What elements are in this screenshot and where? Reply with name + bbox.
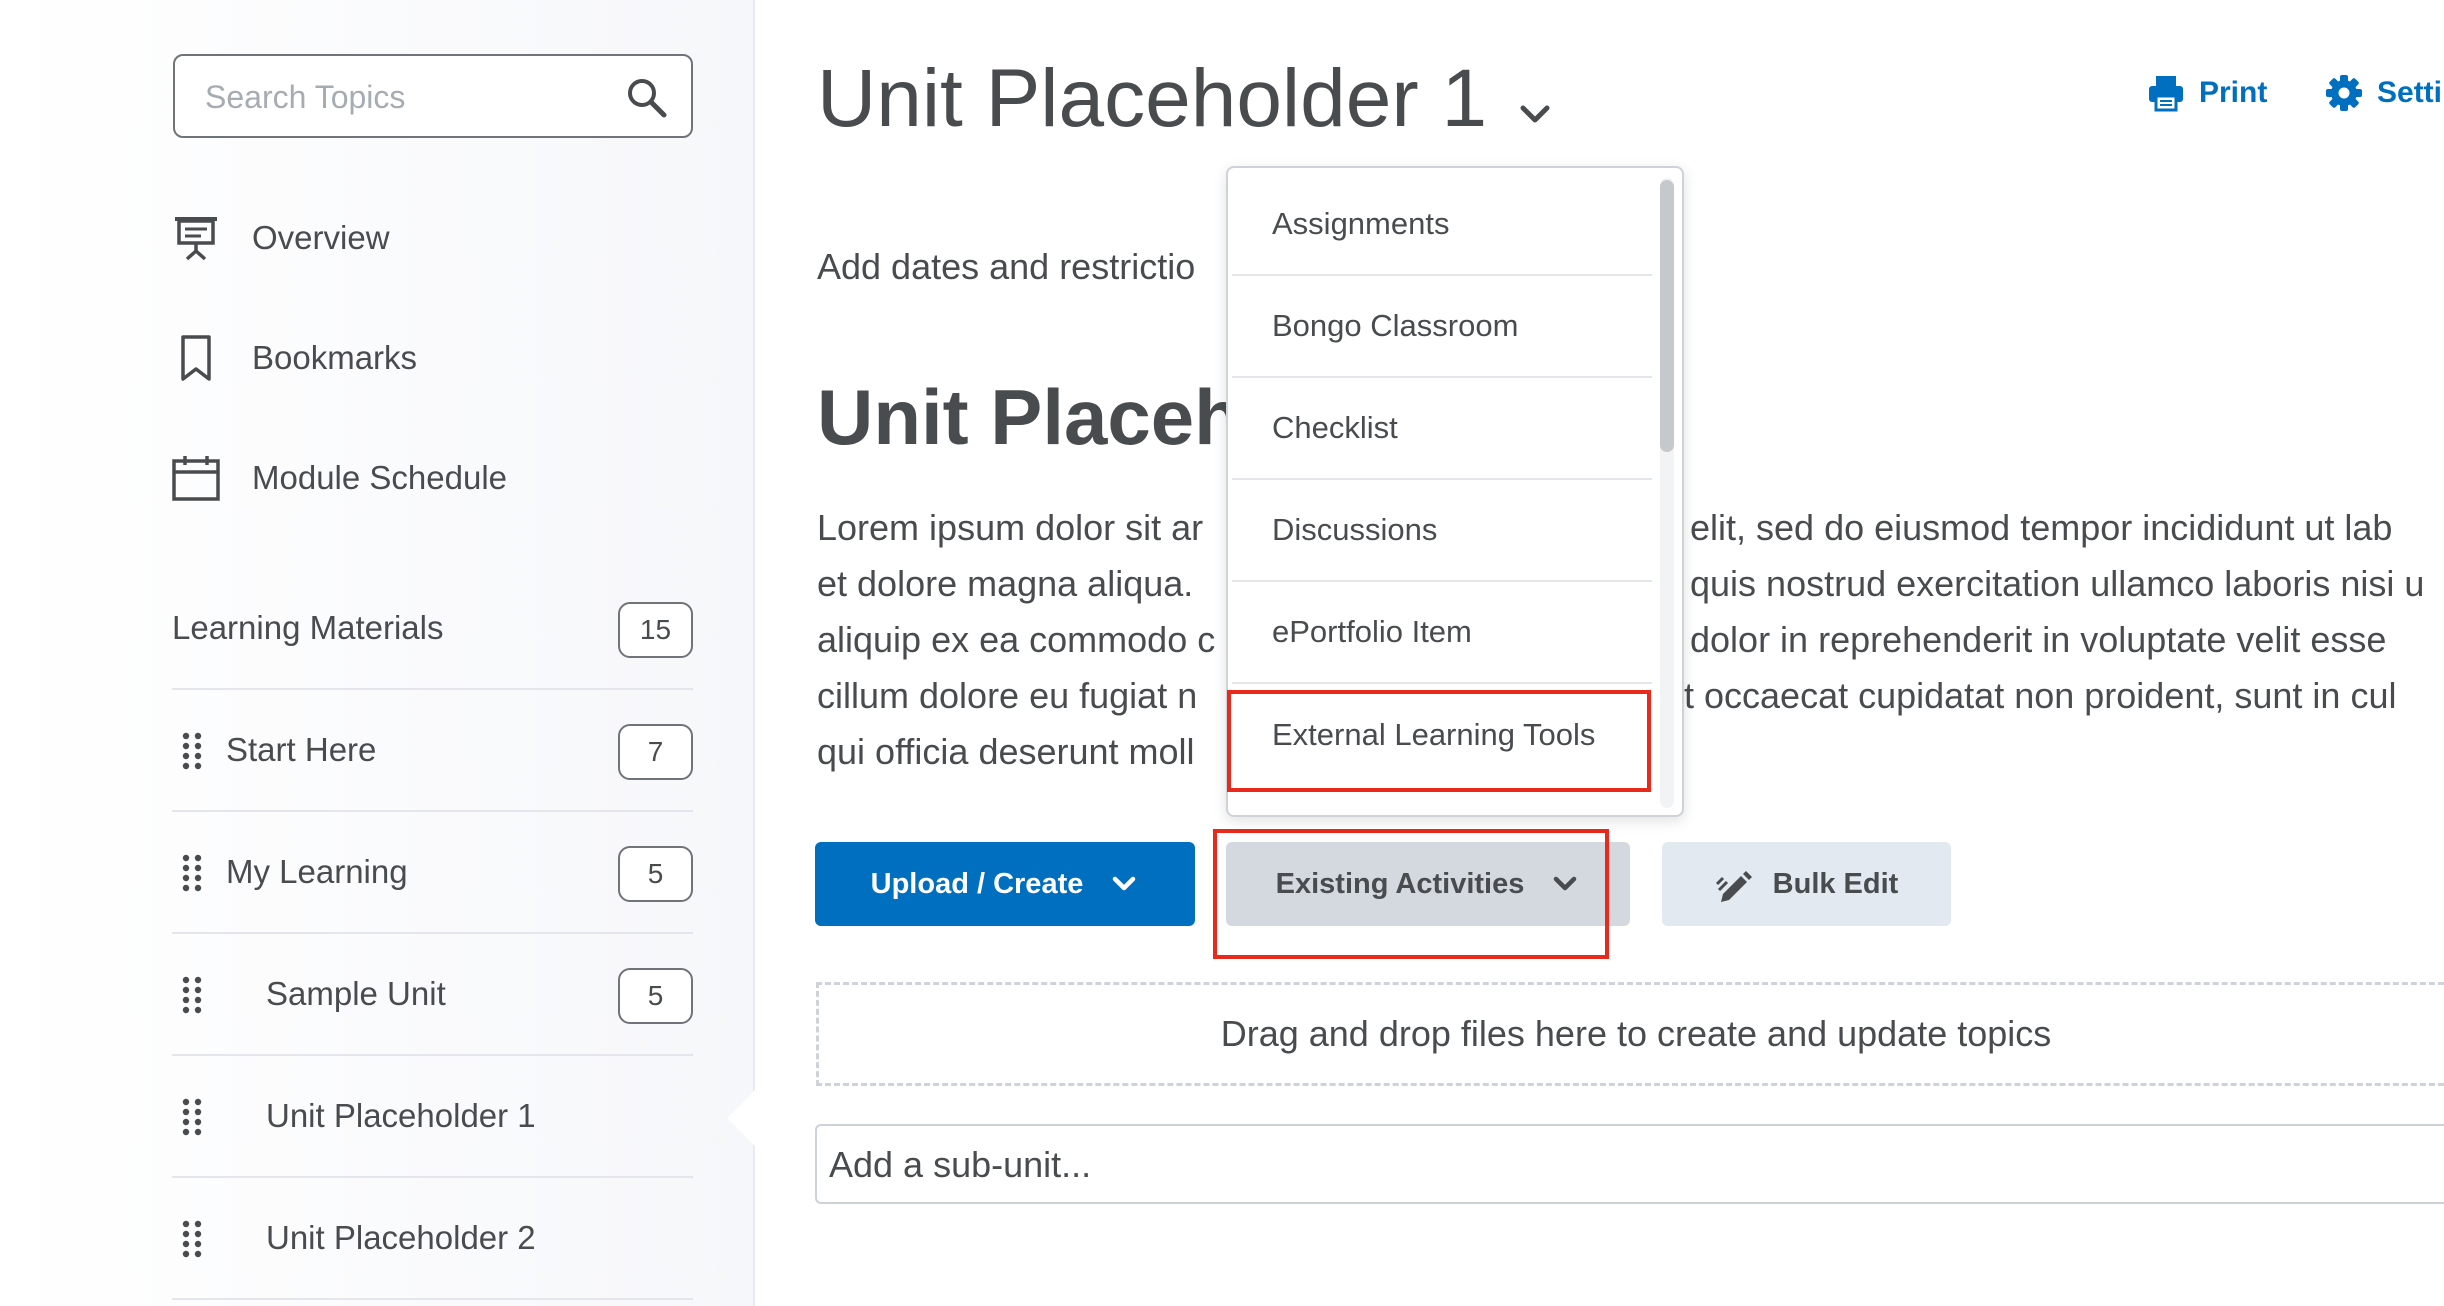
tree-item-learning-materials[interactable]: Learning Materials 15 xyxy=(172,568,693,690)
bookmark-icon xyxy=(170,332,222,384)
menu-item-external-learning-tools[interactable]: External Learning Tools xyxy=(1232,684,1652,786)
tree-item-label: Unit Placeholder 1 xyxy=(266,1097,536,1134)
nav-module-schedule[interactable]: Module Schedule xyxy=(170,443,507,513)
unit-description-right: elit, sed do eiusmod tempor incididunt u… xyxy=(1684,500,2444,724)
calendar-icon xyxy=(170,452,222,504)
printer-icon xyxy=(2149,76,2183,112)
count-badge: 5 xyxy=(618,968,693,1024)
description-line: elit, sed do eiusmod tempor incididunt u… xyxy=(1690,507,2393,548)
description-line: quis nostrud exercitation ullamco labori… xyxy=(1690,563,2425,604)
menu-item-label: Checklist xyxy=(1272,410,1398,445)
page-title: Unit Placeholder 1 xyxy=(817,53,1488,144)
nav-label: Bookmarks xyxy=(252,339,418,376)
tree-item-unit-placeholder-1[interactable]: Unit Placeholder 1 xyxy=(128,1056,755,1178)
tree-item-label: Start Here xyxy=(226,731,377,768)
menu-item-label: Discussions xyxy=(1272,512,1438,547)
nav-label: Module Schedule xyxy=(252,459,508,496)
add-dates-restrictions-link[interactable]: Add dates and restrictio xyxy=(817,246,1195,288)
count-badge: 5 xyxy=(618,846,693,902)
tree-item-label: Learning Materials xyxy=(172,609,444,646)
nav-label: Overview xyxy=(252,219,390,256)
settings-label: Settir xyxy=(2377,76,2444,109)
menu-item-bongo-classroom[interactable]: Bongo Classroom xyxy=(1232,276,1652,378)
tree-item-unit-placeholder-2[interactable]: Unit Placeholder 2 xyxy=(172,1178,693,1300)
chevron-down-icon[interactable] xyxy=(1515,94,1555,134)
add-subunit-input[interactable] xyxy=(829,1138,2429,1192)
drag-handle-icon[interactable] xyxy=(180,730,204,770)
count-badge: 15 xyxy=(618,602,693,658)
existing-activities-button[interactable]: Existing Activities xyxy=(1226,842,1630,926)
bulk-edit-label: Bulk Edit xyxy=(1772,867,1899,900)
existing-activities-label: Existing Activities xyxy=(1275,867,1525,900)
nav-bookmarks[interactable]: Bookmarks xyxy=(170,323,417,393)
menu-item-label: Assignments xyxy=(1272,206,1450,241)
drag-handle-icon[interactable] xyxy=(180,974,204,1014)
tree-item-label: Sample Unit xyxy=(266,975,446,1012)
unit-heading: Unit Placeho xyxy=(817,373,1290,461)
gear-icon xyxy=(2326,75,2362,111)
search-icon[interactable] xyxy=(623,74,671,122)
menu-item-label: ePortfolio Item xyxy=(1272,614,1472,649)
nav-overview[interactable]: Overview xyxy=(170,203,390,273)
description-line: dolor in reprehenderit in voluptate veli… xyxy=(1690,619,2387,660)
tree-item-label: Unit Placeholder 2 xyxy=(266,1219,536,1256)
add-subunit-field xyxy=(815,1124,2444,1204)
menu-item-checklist[interactable]: Checklist xyxy=(1232,378,1652,480)
search-topics-box xyxy=(173,54,693,138)
menu-item-eportfolio-item[interactable]: ePortfolio Item xyxy=(1232,582,1652,684)
drag-handle-icon[interactable] xyxy=(180,852,204,892)
presentation-icon xyxy=(170,212,222,264)
tree-item-sample-unit[interactable]: Sample Unit 5 xyxy=(172,934,693,1056)
drag-handle-icon[interactable] xyxy=(180,1096,204,1136)
chevron-down-icon xyxy=(1113,876,1136,891)
menu-item-label: Bongo Classroom xyxy=(1272,308,1519,343)
description-line: t occaecat cupidatat non proident, sunt … xyxy=(1684,675,2397,716)
existing-activities-menu: Assignments Bongo Classroom Checklist Di… xyxy=(1226,166,1684,817)
pencil-icon xyxy=(1715,871,1752,902)
print-button[interactable]: Print xyxy=(2147,74,2267,112)
upload-create-label: Upload / Create xyxy=(870,867,1084,900)
tree-item-start-here[interactable]: Start Here 7 xyxy=(172,690,693,812)
dropzone-text: Drag and drop files here to create and u… xyxy=(1220,1013,2052,1054)
file-dropzone[interactable]: Drag and drop files here to create and u… xyxy=(816,982,2444,1086)
menu-item-label: External Learning Tools xyxy=(1272,717,1596,752)
menu-item-discussions[interactable]: Discussions xyxy=(1232,480,1652,582)
selection-notch xyxy=(727,1088,757,1148)
count-badge: 7 xyxy=(618,724,693,780)
search-topics-input[interactable] xyxy=(205,72,605,122)
drag-handle-icon[interactable] xyxy=(180,1218,204,1258)
upload-create-button[interactable]: Upload / Create xyxy=(815,842,1195,926)
print-label: Print xyxy=(2199,76,2268,109)
settings-button[interactable]: Settir xyxy=(2325,74,2444,112)
tree-item-label: My Learning xyxy=(226,853,408,890)
bulk-edit-button[interactable]: Bulk Edit xyxy=(1662,842,1951,926)
chevron-down-icon xyxy=(1554,876,1577,891)
sidebar: Overview Bookmarks Module Schedule Learn… xyxy=(0,0,757,1306)
menu-scrollbar-thumb[interactable] xyxy=(1660,180,1674,452)
menu-item-assignments[interactable]: Assignments xyxy=(1232,174,1652,276)
tree-item-my-learning[interactable]: My Learning 5 xyxy=(172,812,693,934)
